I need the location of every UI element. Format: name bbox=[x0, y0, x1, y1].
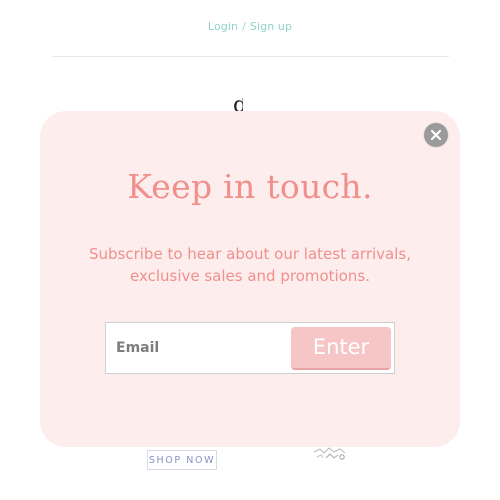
newsletter-popup: Keep in touch. Subscribe to hear about o… bbox=[40, 111, 460, 447]
header-divider bbox=[52, 56, 449, 57]
page: Login / Sign up d SHOP NOW Keep in touch. … bbox=[0, 0, 500, 500]
close-button[interactable] bbox=[424, 123, 448, 147]
nav-separator: / bbox=[242, 20, 246, 33]
enter-button[interactable]: Enter bbox=[291, 327, 391, 370]
login-link[interactable]: Login bbox=[208, 20, 238, 33]
close-icon bbox=[430, 129, 442, 141]
subscribe-form: Enter bbox=[105, 322, 395, 374]
shop-now-button[interactable]: SHOP NOW bbox=[147, 450, 217, 470]
popup-title: Keep in touch. bbox=[127, 167, 373, 206]
signup-link[interactable]: Sign up bbox=[250, 20, 292, 33]
email-input[interactable] bbox=[116, 335, 286, 361]
popup-subtitle: Subscribe to hear about our latest arriv… bbox=[88, 245, 411, 285]
top-account-nav: Login / Sign up bbox=[0, 20, 500, 33]
